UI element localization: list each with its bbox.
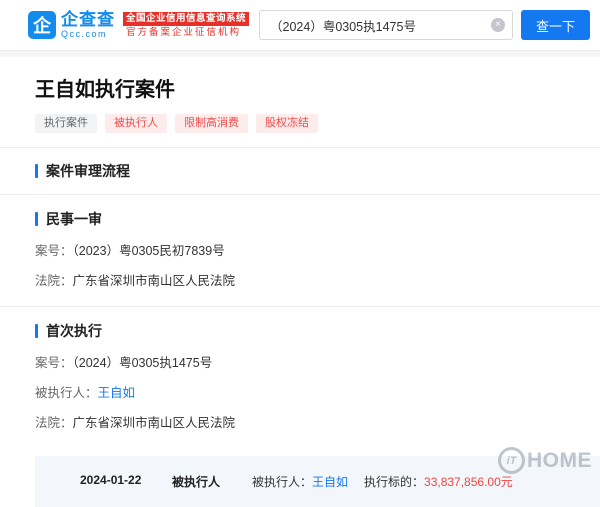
blue-bar-icon — [35, 164, 38, 179]
field-court: 法院：广东省深圳市南山区人民法院 — [35, 412, 600, 431]
section-title-case-process: 案件审理流程 — [0, 148, 600, 194]
field-case-number: 案号：（2023）粤0305民初7839号 — [35, 240, 600, 259]
qcc-slogan: 全国企业信用信息查询系统 官方备案企业征信机构 — [123, 11, 250, 39]
tag-person-subject-to-enforcement[interactable]: 被执行人 — [105, 114, 167, 134]
tag-list: 执行案件 被执行人 限制高消费 股权冻结 — [0, 102, 600, 147]
detail-enforcement-target: 执行标的：33,837,856.00元 — [364, 473, 590, 490]
header: 企 企查查 Qcc.com 全国企业信用信息查询系统 官方备案企业征信机构 × … — [0, 0, 600, 50]
amount-value: 33,837,856.00元 — [424, 475, 513, 490]
field-value: （2023）粤0305民初7839号 — [72, 244, 225, 259]
detail-label: 被执行人： — [252, 475, 313, 490]
field-case-number: 案号：（2024）粤0305执1475号 — [35, 352, 600, 371]
field-value: 广东省深圳市南山区人民法院 — [72, 416, 236, 431]
field-label: 法院： — [35, 274, 73, 289]
detail-executed-person: 被执行人：王自如 — [252, 473, 364, 490]
person-link[interactable]: 王自如 — [312, 475, 348, 489]
qcc-logo-domain: Qcc.com — [61, 29, 108, 39]
case-title-text: 首次执行 — [46, 323, 102, 340]
tag-enforcement-case[interactable]: 执行案件 — [35, 114, 97, 134]
timeline-panel: 2024-01-22 被执行人 被执行人：王自如 执行标的：33,837,856… — [35, 456, 600, 507]
qcc-logo-icon: 企 — [28, 11, 56, 39]
person-link[interactable]: 王自如 — [98, 386, 136, 400]
field-label: 案号： — [35, 356, 73, 371]
search-input[interactable] — [259, 10, 513, 40]
tag-equity-freeze[interactable]: 股权冻结 — [256, 114, 318, 134]
field-label: 被执行人： — [35, 386, 98, 401]
case-title: 民事一审 — [35, 209, 600, 229]
timeline-detail-line: 被执行人：王自如 执行标的：33,837,856.00元 — [252, 473, 590, 490]
timeline-event-type: 被执行人 — [172, 475, 221, 490]
timeline-row-executed-person: 2024-01-22 被执行人 被执行人：王自如 执行标的：33,837,856… — [80, 473, 590, 490]
field-value: （2024）粤0305执1475号 — [72, 356, 213, 371]
case-title: 首次执行 — [35, 321, 600, 341]
blue-bar-icon — [35, 212, 38, 227]
header-divider-strip — [0, 50, 600, 57]
field-court: 法院：广东省深圳市南山区人民法院 — [35, 270, 600, 289]
field-label: 案号： — [35, 244, 73, 259]
case-card-civil-first-trial: 民事一审 案号：（2023）粤0305民初7839号 法院：广东省深圳市南山区人… — [0, 195, 600, 306]
timeline-date: 2024-01-22 — [80, 473, 142, 488]
search-button[interactable]: 查一下 — [520, 10, 590, 40]
detail-label: 执行标的： — [364, 475, 425, 490]
section-title-text: 案件审理流程 — [46, 163, 130, 180]
qcc-logo[interactable]: 企 企查查 Qcc.com — [28, 11, 115, 39]
field-value: 广东省深圳市南山区人民法院 — [72, 274, 236, 289]
slogan-line1: 全国企业信用信息查询系统 — [123, 11, 250, 26]
page-title: 王自如执行案件 — [35, 79, 175, 101]
tag-high-consumption-restriction[interactable]: 限制高消费 — [175, 114, 248, 134]
case-card-first-enforcement: 首次执行 案号：（2024）粤0305执1475号 被执行人：王自如 法院：广东… — [0, 307, 600, 448]
search-bar: × 查一下 — [259, 10, 590, 40]
search-input-wrap: × — [259, 10, 513, 40]
clear-icon[interactable]: × — [490, 18, 505, 32]
qcc-logo-text: 企查查 Qcc.com — [61, 11, 115, 39]
slogan-line2: 官方备案企业征信机构 — [126, 26, 242, 38]
qcc-logo-name: 企查查 — [61, 10, 115, 29]
timeline-details: 被执行人：王自如 执行标的：33,837,856.00元 — [252, 473, 590, 490]
blue-bar-icon — [35, 324, 38, 339]
field-executed-person: 被执行人：王自如 — [35, 382, 600, 401]
case-title-text: 民事一审 — [46, 211, 102, 228]
field-label: 法院： — [35, 416, 73, 431]
